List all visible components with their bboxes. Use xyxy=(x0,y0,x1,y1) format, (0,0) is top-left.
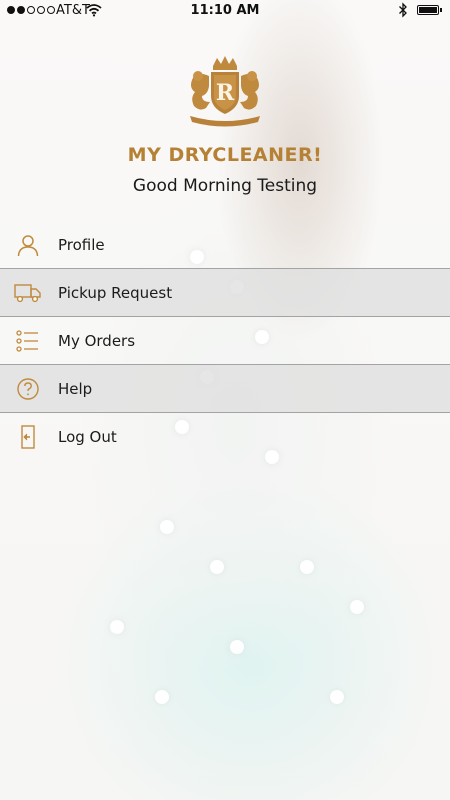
menu-item-log-out[interactable]: Log Out xyxy=(0,413,450,460)
menu-item-label: Help xyxy=(58,379,93,398)
person-icon xyxy=(14,231,42,259)
menu-item-label: Pickup Request xyxy=(58,283,173,302)
crest-letter: R xyxy=(216,80,235,106)
brand-crest-logo: R xyxy=(180,52,270,130)
side-menu: Profile Pickup Request My Orders Help Lo… xyxy=(0,221,450,460)
menu-item-my-orders[interactable]: My Orders xyxy=(0,317,450,365)
brand-title: MY DRYCLEANER! xyxy=(127,144,323,166)
battery-icon xyxy=(417,5,442,15)
logout-icon xyxy=(14,423,42,451)
bluetooth-icon xyxy=(398,2,408,22)
menu-item-label: Log Out xyxy=(58,427,117,446)
question-icon xyxy=(14,375,42,403)
truck-icon xyxy=(14,279,42,307)
menu-item-label: My Orders xyxy=(58,331,136,350)
menu-item-help[interactable]: Help xyxy=(0,365,450,413)
menu-item-label: Profile xyxy=(58,235,105,254)
status-bar: AT&T 11:10 AM xyxy=(0,0,450,22)
list-icon xyxy=(14,327,42,355)
menu-item-profile[interactable]: Profile xyxy=(0,221,450,269)
greeting-text: Good Morning Testing xyxy=(132,176,318,196)
status-time: 11:10 AM xyxy=(190,3,260,18)
menu-item-pickup-request[interactable]: Pickup Request xyxy=(0,269,450,317)
